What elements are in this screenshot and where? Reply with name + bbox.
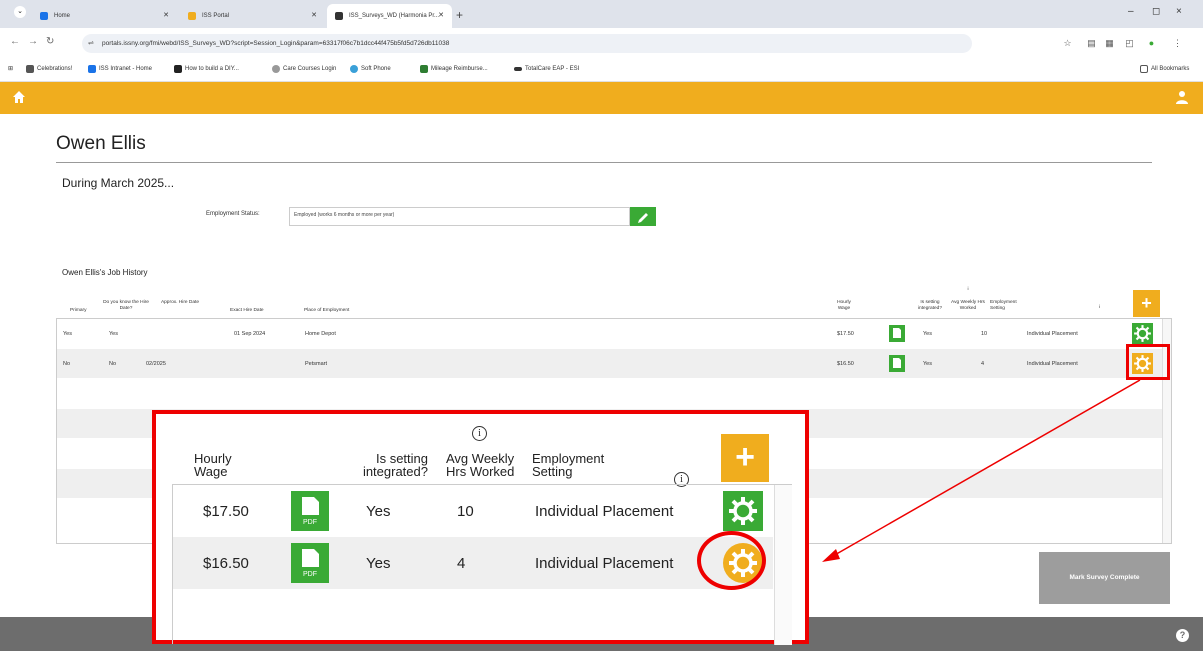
- pdf-icon[interactable]: PDF: [291, 491, 329, 531]
- add-job-button[interactable]: +: [721, 434, 769, 482]
- svg-text:PDF: PDF: [303, 519, 317, 526]
- zoom-header-setting-integrated: Is setting integrated?: [362, 451, 428, 479]
- cell-setting: Individual Placement: [535, 503, 674, 520]
- cell-integrated: Yes: [366, 503, 391, 520]
- cell-wage: $16.50: [203, 555, 249, 572]
- highlight-circle: [697, 531, 766, 590]
- settings-button[interactable]: [723, 491, 763, 531]
- table-row[interactable]: $16.50 PDF Yes 4 Individual Placement: [173, 537, 773, 589]
- zoom-header-avg-weekly-hrs: Avg Weekly Hrs Worked: [446, 451, 515, 479]
- zoom-scrollbar[interactable]: [774, 485, 792, 645]
- cell-integrated: Yes: [366, 555, 391, 572]
- zoom-header-hourly-wage: Hourly Wage: [194, 451, 232, 479]
- cell-wage: $17.50: [203, 503, 249, 520]
- cell-setting: Individual Placement: [535, 555, 674, 572]
- svg-text:PDF: PDF: [303, 571, 317, 578]
- info-icon[interactable]: i: [472, 426, 487, 441]
- gear-icon: [729, 497, 757, 525]
- help-icon[interactable]: ?: [1176, 629, 1189, 642]
- document-icon: PDF: [302, 549, 319, 578]
- zoom-callout: Hourly Wage Is setting integrated? i Avg…: [152, 410, 809, 645]
- zoom-header-employment-setting: Employment Setting: [532, 451, 605, 479]
- document-icon: PDF: [302, 497, 319, 526]
- mark-survey-complete-button[interactable]: Mark Survey Complete: [1039, 552, 1170, 604]
- pdf-icon[interactable]: PDF: [291, 543, 329, 583]
- table-row[interactable]: $17.50 PDF Yes 10 Individual Placement: [173, 485, 773, 537]
- cell-hours: 10: [457, 503, 474, 520]
- cell-hours: 4: [457, 555, 466, 572]
